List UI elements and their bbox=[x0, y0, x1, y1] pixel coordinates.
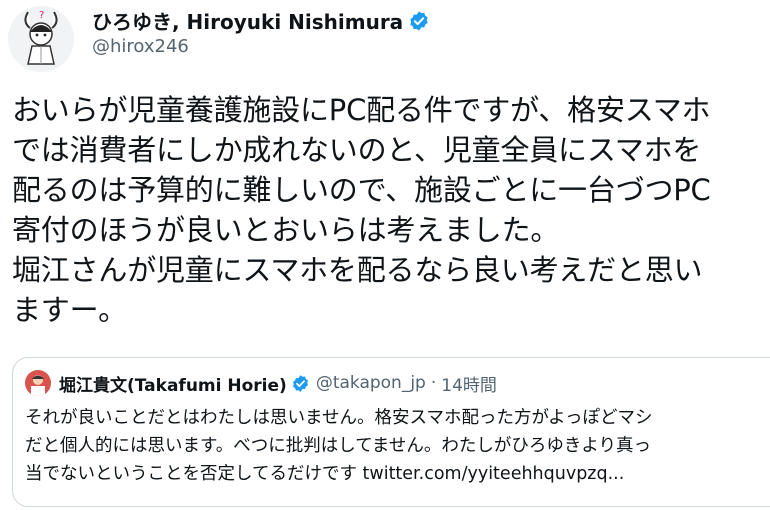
author-display-name[interactable]: ひろゆき, Hiroyuki Nishimura bbox=[92, 6, 403, 35]
quoted-text-line: それが良いことだとはわたしは思いません。格安スマホ配った方がよっぽどマシ bbox=[25, 408, 653, 428]
quoted-author-handle[interactable]: @takapon_jp bbox=[316, 373, 426, 393]
quoted-tweet-text: それが良いことだとはわたしは思いません。格安スマホ配った方がよっぽどマシ だと個… bbox=[25, 404, 770, 488]
quoted-tweet[interactable]: 堀江貴文(Takafumi Horie) @takapon_jp · 14時間 … bbox=[12, 357, 770, 507]
verified-badge-icon bbox=[291, 374, 310, 393]
cartoon-avatar-icon: ? bbox=[8, 6, 74, 72]
tweet-text-line: では消費者にしか成れないのと、児童全員にスマホを bbox=[12, 133, 702, 167]
quoted-tweet-header: 堀江貴文(Takafumi Horie) @takapon_jp · 14時間 bbox=[25, 370, 497, 396]
separator-dot: · bbox=[430, 373, 437, 393]
quoted-text-line[interactable]: 当でないということを否定してるだけです twitter.com/yyiteehh… bbox=[25, 460, 770, 488]
tweet-text-line: 配るのは予算的に難しいので、施設ごとに一台づつPC bbox=[12, 173, 711, 207]
person-avatar-icon bbox=[25, 370, 51, 396]
author-name-row[interactable]: ひろゆき, Hiroyuki Nishimura bbox=[92, 6, 430, 35]
tweet-text-line: 寄付のほうが良いとおいらは考えました。 bbox=[12, 213, 560, 247]
author-avatar[interactable]: ? bbox=[8, 6, 74, 72]
svg-text:?: ? bbox=[39, 10, 44, 21]
quoted-author-avatar[interactable] bbox=[25, 370, 51, 396]
tweet-text-line: おいらが児童養護施設にPC配る件ですが、格安スマホ bbox=[12, 93, 711, 127]
tweet-text-line: ますー。 bbox=[12, 293, 127, 327]
quoted-timestamp[interactable]: 14時間 bbox=[441, 371, 497, 396]
verified-badge-icon bbox=[408, 10, 430, 32]
quoted-text-line: だと個人的には思います。べつに批判はしてません。わたしがひろゆきより真っ bbox=[25, 436, 651, 456]
tweet-text: おいらが児童養護施設にPC配る件ですが、格安スマホ では消費者にしか成れないのと… bbox=[12, 90, 768, 330]
tweet-text-line: 堀江さんが児童にスマホを配るなら良い考えだと思い bbox=[12, 253, 703, 287]
quoted-author-name[interactable]: 堀江貴文(Takafumi Horie) bbox=[59, 371, 287, 396]
author-handle[interactable]: @hirox246 bbox=[92, 36, 189, 57]
